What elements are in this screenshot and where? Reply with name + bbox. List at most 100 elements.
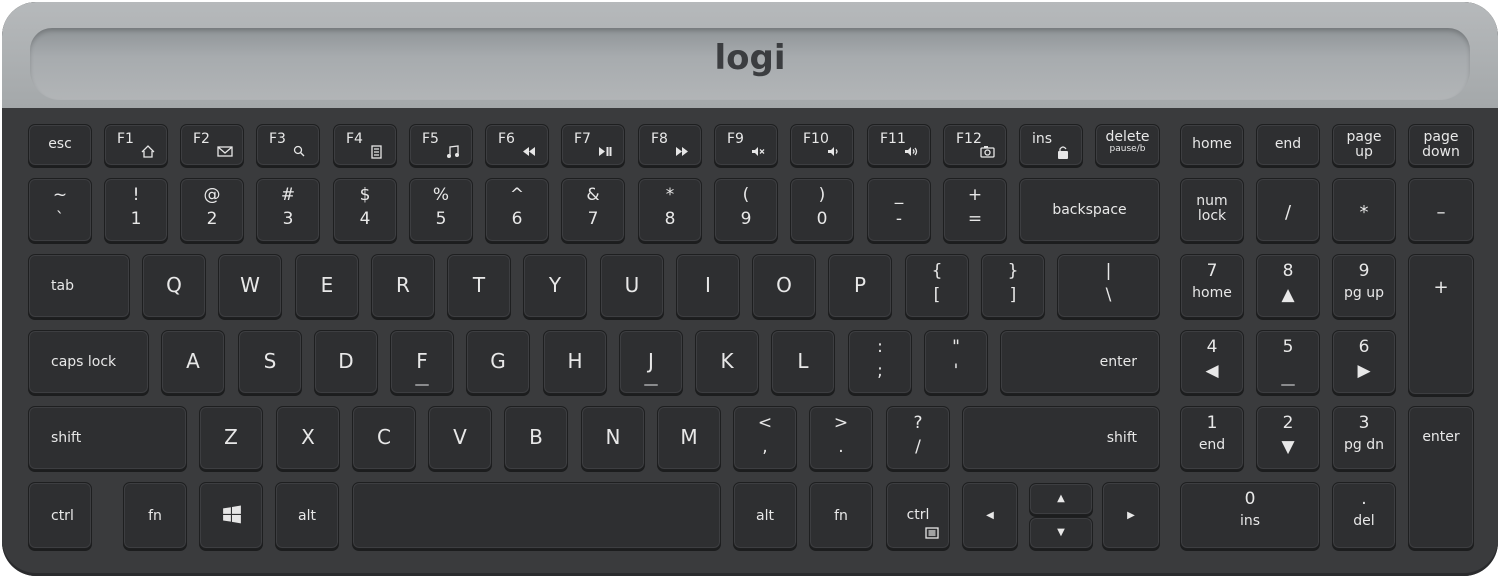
key-fn[interactable]: fn [123,482,187,549]
key-lalt[interactable]: alt [275,482,339,549]
key-g[interactable]: G [466,330,530,394]
key-backslash[interactable]: | \ [1057,254,1160,318]
key-f5[interactable]: F5 [409,124,473,166]
key-comma[interactable]: <, [733,406,797,470]
key-kp8[interactable]: 8 ▲ [1256,254,1320,318]
key-tab[interactable]: tab [28,254,130,318]
key-9[interactable]: (9 [714,178,778,242]
key-k[interactable]: K [695,330,759,394]
key-right[interactable]: ▶ [1102,482,1160,549]
key-4[interactable]: $4 [333,178,397,242]
key-5[interactable]: % 5 [409,178,473,242]
key-f6[interactable]: F6 [485,124,549,166]
key-up[interactable]: ▲ [1029,483,1093,515]
key-f[interactable]: F [390,330,454,394]
key-equals[interactable]: + = [943,178,1007,242]
key-v[interactable]: V [428,406,492,470]
key-y[interactable]: Y [523,254,587,318]
key-backspace[interactable]: backspace [1019,178,1160,242]
key-8[interactable]: * 8 [638,178,702,242]
key-f2[interactable]: F2 [180,124,244,166]
key-f11[interactable]: F11 [867,124,931,166]
key-1[interactable]: ! 1 [104,178,168,242]
key-lshift[interactable]: shift [28,406,187,470]
key-enter[interactable]: enter [1000,330,1160,394]
key-grave[interactable]: ~ ` [28,178,92,242]
key-kp5[interactable]: 5 [1256,330,1320,394]
key-w[interactable]: W [218,254,282,318]
key-pageup[interactable]: page up [1332,124,1396,166]
key-kp9[interactable]: 9 pg up [1332,254,1396,318]
key-a[interactable]: A [161,330,225,394]
key-end[interactable]: end [1256,124,1320,166]
key-ins[interactable]: ins [1019,124,1083,166]
key-h[interactable]: H [543,330,607,394]
key-f8[interactable]: F8 [638,124,702,166]
key-q[interactable]: Q [142,254,206,318]
key-l[interactable]: L [771,330,835,394]
key-kp1[interactable]: 1 end [1180,406,1244,470]
key-0[interactable]: ) 0 [790,178,854,242]
key-kp4[interactable]: 4 ◀ [1180,330,1244,394]
key-t[interactable]: T [447,254,511,318]
key-kp-divide[interactable]: / [1256,178,1320,242]
key-kp-multiply[interactable]: * [1332,178,1396,242]
key-b[interactable]: B [504,406,568,470]
key-2[interactable]: @2 [180,178,244,242]
key-o[interactable]: O [752,254,816,318]
key-z[interactable]: Z [199,406,263,470]
key-lbracket[interactable]: {[ [905,254,969,318]
key-f10[interactable]: F10 [790,124,854,166]
key-f3[interactable]: F3 [256,124,320,166]
key-s[interactable]: S [238,330,302,394]
key-f4[interactable]: F4 [333,124,397,166]
key-kp3[interactable]: 3 pg dn [1332,406,1396,470]
key-down[interactable]: ▼ [1029,517,1093,549]
key-j[interactable]: J [619,330,683,394]
key-esc[interactable]: esc [28,124,92,166]
key-u[interactable]: U [600,254,664,318]
key-f9[interactable]: F9 [714,124,778,166]
key-kp-plus[interactable]: + [1408,254,1474,395]
key-6[interactable]: ^ 6 [485,178,549,242]
key-kp-minus[interactable]: – [1408,178,1474,242]
key-3[interactable]: #3 [256,178,320,242]
key-m[interactable]: M [657,406,721,470]
key-kp0[interactable]: 0 ins [1180,482,1320,549]
key-e[interactable]: E [295,254,359,318]
key-p[interactable]: P [828,254,892,318]
key-period[interactable]: >. [809,406,873,470]
key-semicolon[interactable]: :; [848,330,912,394]
key-r[interactable]: R [371,254,435,318]
key-kp-dot[interactable]: . del [1332,482,1396,549]
key-capslock[interactable]: caps lock [28,330,149,394]
key-kp7[interactable]: 7 home [1180,254,1244,318]
key-quote[interactable]: " ' [924,330,988,394]
key-numlock[interactable]: num lock [1180,178,1244,242]
key-d[interactable]: D [314,330,378,394]
key-n[interactable]: N [581,406,645,470]
key-rctrl[interactable]: ctrl [886,482,950,549]
key-space[interactable] [352,482,721,549]
key-i[interactable]: I [676,254,740,318]
key-ralt[interactable]: alt [733,482,797,549]
key-lctrl[interactable]: ctrl [28,482,92,549]
key-7[interactable]: & 7 [561,178,625,242]
key-delete[interactable]: delete pause/b [1095,124,1160,166]
key-home[interactable]: home [1180,124,1244,166]
key-kp6[interactable]: 6 ▶ [1332,330,1396,394]
key-c[interactable]: C [352,406,416,470]
key-minus[interactable]: _ - [867,178,931,242]
key-win[interactable] [199,482,263,549]
key-kp2[interactable]: 2 ▼ [1256,406,1320,470]
key-x[interactable]: X [276,406,340,470]
key-slash[interactable]: ? / [886,406,950,470]
key-f1[interactable]: F1 [104,124,168,166]
key-f12[interactable]: F12 [943,124,1007,166]
key-rfn[interactable]: fn [809,482,873,549]
key-pagedown[interactable]: page down [1408,124,1474,166]
key-kp-enter[interactable]: enter [1408,406,1474,549]
key-left[interactable]: ◀ [962,482,1018,549]
key-f7[interactable]: F7 [561,124,625,166]
key-rbracket[interactable]: }] [981,254,1045,318]
